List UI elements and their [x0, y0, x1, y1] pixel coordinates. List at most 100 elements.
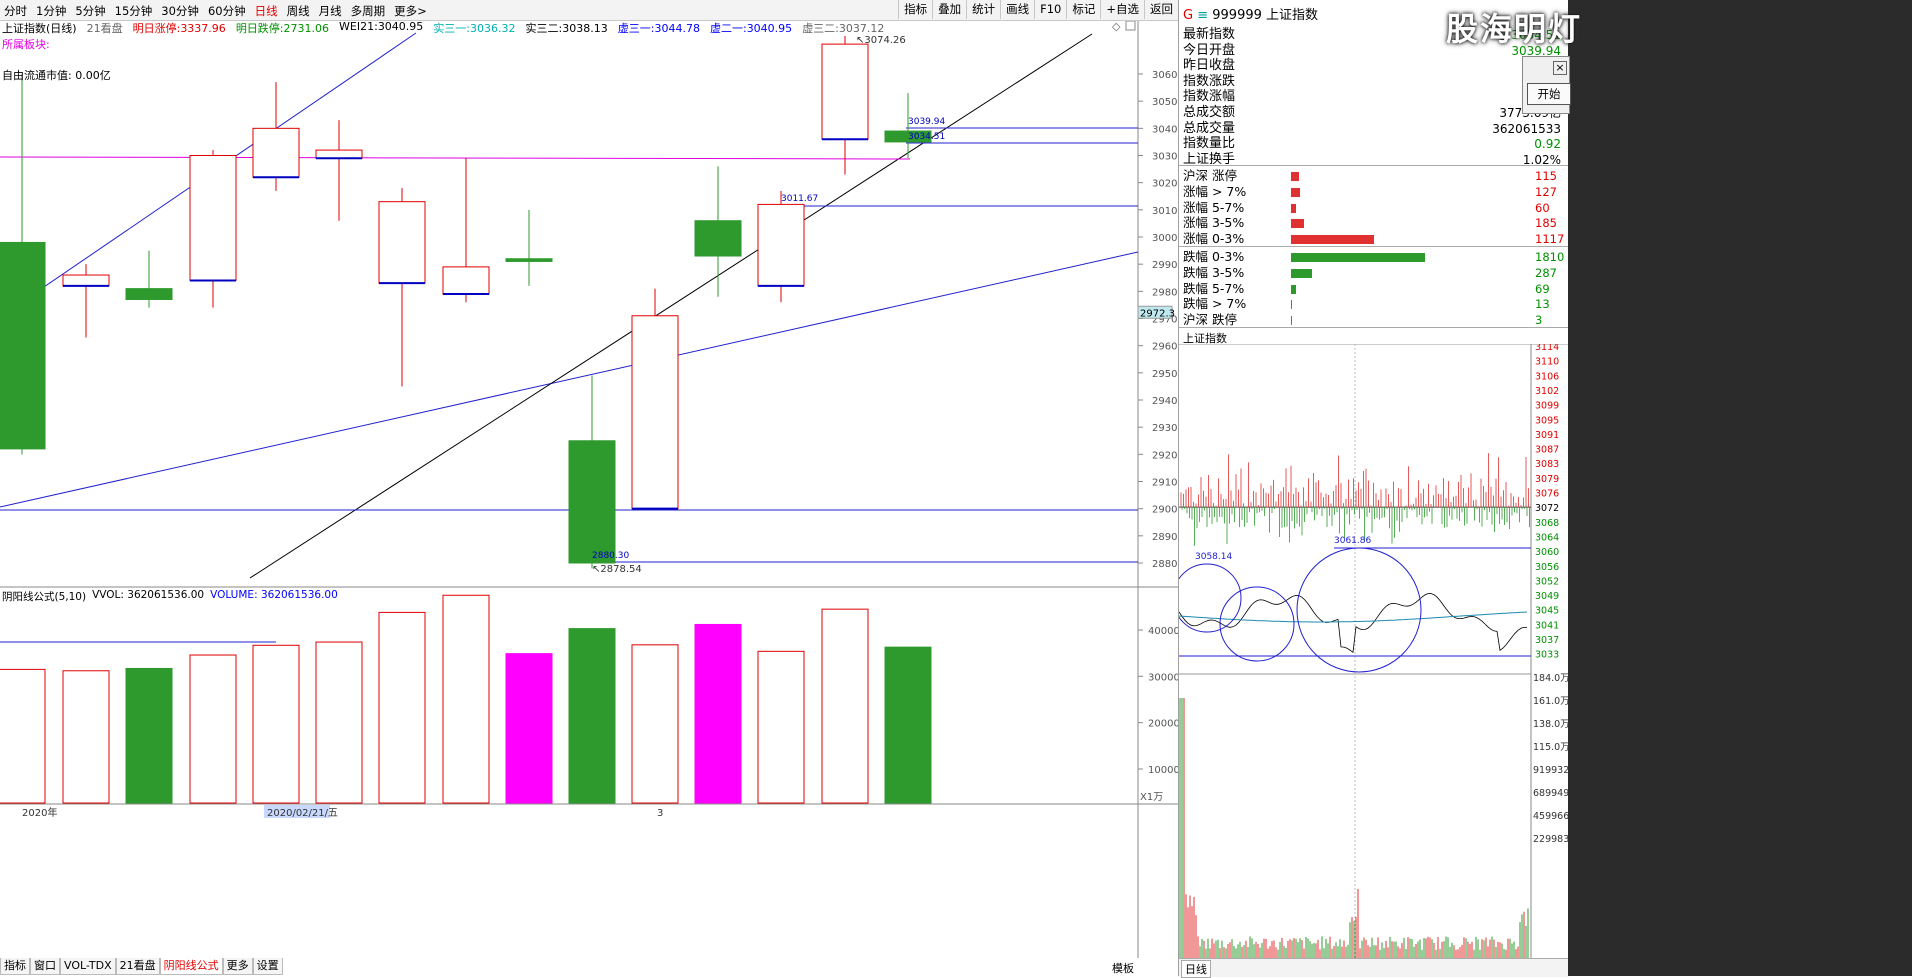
intraday-tick: 3079 — [1535, 474, 1559, 485]
kline-chart[interactable]: 3060305030403030302030103000299029802970… — [0, 0, 1178, 976]
intraday-tick: 3083 — [1535, 459, 1559, 470]
breadth-label: 跌幅 0-3% — [1183, 249, 1245, 264]
circle-mark-2 — [1219, 586, 1295, 662]
price-tick-label: 3010 — [1152, 206, 1177, 217]
close-icon[interactable]: × — [1553, 61, 1567, 75]
panel-divider — [1179, 327, 1569, 328]
quote-label: 总成交额 — [1183, 105, 1236, 120]
tool-button-7[interactable]: 返回 — [1144, 0, 1178, 19]
x21: 虚二一:3040.95 — [709, 22, 793, 35]
breadth-label: 涨幅 0-3% — [1183, 231, 1245, 247]
quote-label: 指数量比 — [1183, 136, 1236, 152]
vol-bar-3 — [189, 654, 237, 804]
candle-body-6 — [378, 201, 426, 284]
tool-button-0[interactable]: 指标 — [898, 0, 932, 19]
intraday-tick: 3076 — [1535, 489, 1559, 500]
bottom-tab-6[interactable]: 设置 — [252, 958, 283, 975]
tool-button-3[interactable]: 画线 — [1000, 0, 1034, 19]
start-button[interactable]: 开始 — [1527, 83, 1571, 105]
period-tab-1[interactable]: 1分钟 — [36, 3, 66, 19]
vvol: VVOL: 362061536.00 — [92, 589, 205, 601]
panel-divider — [1179, 246, 1569, 247]
x31: 虚三一:3044.78 — [617, 22, 700, 35]
limit-up: 明日涨停:3337.96 — [132, 22, 226, 35]
breadth-bar — [1291, 203, 1296, 213]
intraday-vol-tick: 161.0万 — [1533, 696, 1569, 707]
intraday-tick: 3106 — [1535, 371, 1559, 382]
date-label-0: 2020年 — [22, 806, 57, 819]
tool-buttons: 指标 叠加 统计 画线 F10 标记 +自选 返回 — [898, 0, 1178, 20]
candle-body-7 — [442, 266, 490, 295]
intraday-tick: 3049 — [1535, 591, 1559, 602]
period-tab-7[interactable]: 周线 — [287, 3, 310, 19]
hline-magenta — [0, 156, 911, 160]
template-tab[interactable]: 模板 — [1112, 960, 1134, 976]
price-tick-label: 3050 — [1152, 97, 1177, 108]
tool-button-6[interactable]: +自选 — [1100, 0, 1144, 19]
date-label-2: 3 — [657, 808, 663, 819]
breadth-label: 涨幅 5-7% — [1183, 199, 1245, 215]
vol-bar-8 — [505, 653, 553, 804]
period-tab-6[interactable]: 日线 — [255, 3, 278, 19]
period-tab-5[interactable]: 60分钟 — [208, 3, 246, 19]
intraday-tick: 3060 — [1535, 547, 1559, 558]
price-tick-label: 2900 — [1152, 505, 1177, 516]
menu-icon[interactable]: ≡ — [1197, 8, 1208, 23]
sector-label: 所属板块: — [2, 38, 50, 51]
quote-row: 总成交量 362061533 — [1183, 121, 1565, 137]
x32: 虚三二:3037.12 — [802, 22, 885, 35]
vol-bar-14 — [884, 646, 932, 804]
bottom-tab-0[interactable]: 指标 — [0, 958, 30, 975]
period-tab-10[interactable]: 更多> — [394, 3, 427, 19]
stock-name: 上证指数 — [1266, 8, 1319, 23]
formula-label: 阴阳线公式(5,10) — [2, 591, 87, 603]
wei21: WEI21:3040.95 — [339, 20, 424, 33]
bottom-tab-2[interactable]: VOL-TDX — [60, 958, 116, 975]
period-tab-4[interactable]: 30分钟 — [161, 3, 199, 19]
candle-body-12 — [757, 203, 805, 287]
price-tick-label: 3000 — [1152, 233, 1177, 244]
candle-body-8 — [505, 258, 553, 262]
footer-day-tab[interactable]: 日线 — [1181, 960, 1211, 978]
breadth-value: 287 — [1535, 265, 1557, 280]
period-tab-8[interactable]: 月线 — [319, 3, 342, 19]
panel-max-icon — [1125, 20, 1136, 31]
bottom-tab-5[interactable]: 更多 — [222, 958, 253, 975]
volume-value: VOLUME: 362061536.00 — [210, 589, 338, 601]
tool-button-4[interactable]: F10 — [1034, 0, 1066, 19]
period-tab-2[interactable]: 5分钟 — [75, 3, 105, 19]
code-prefix: G — [1183, 8, 1194, 23]
vol-bar-11 — [694, 623, 742, 804]
period-toolbar: 分时 1分钟 5分钟 15分钟 30分钟 60分钟 日线 周线 月线 多周期 更多> 指标 叠加 统计画… — [0, 0, 1178, 21]
date-label-1: 2020/02/21/五 — [267, 808, 338, 819]
bottom-tab-4[interactable]: 阴阳线公式 — [159, 958, 223, 975]
quote-row: 指数涨跌 — [1183, 74, 1565, 90]
bottom-tab-1[interactable]: 窗口 — [30, 958, 60, 975]
quote-value: 362061533 — [1492, 121, 1561, 136]
period-tab-0[interactable]: 分时 — [4, 3, 27, 19]
tool-button-1[interactable]: 叠加 — [932, 0, 966, 19]
bottom-tab-3[interactable]: 21看盘 — [115, 958, 160, 975]
label-3034: 3034.51 — [908, 132, 945, 142]
intraday-chart[interactable]: 3114 3110 3106 3102 3099 3095 3091 3087 3083 3079… — [1179, 344, 1569, 976]
period-tab-3[interactable]: 15分钟 — [115, 3, 153, 19]
vol-bar-10 — [631, 644, 679, 804]
breadth-row: 跌幅 3-5% 287 — [1183, 265, 1565, 281]
tool-button-5[interactable]: 标记 — [1066, 0, 1100, 19]
breadth-label: 沪深 涨停 — [1183, 168, 1237, 183]
s32: 实三二:3038.13 — [525, 22, 608, 35]
breadth-value: 69 — [1535, 281, 1550, 296]
intraday-tick: 3033 — [1535, 650, 1559, 661]
intraday-tick: 3095 — [1535, 415, 1559, 426]
breadth-row: 沪深 跌停 3 — [1183, 312, 1565, 328]
tool-button-2[interactable]: 统计 — [966, 0, 1000, 19]
period-tab-9[interactable]: 多周期 — [351, 3, 386, 19]
intraday-tick: 3102 — [1535, 386, 1559, 397]
vol-bar-4 — [252, 644, 300, 804]
vol-bar-12 — [757, 650, 805, 804]
quote-label: 总成交量 — [1183, 120, 1236, 136]
indicator-info-line: 上证指数(日线) 21看盘 明日涨停:3337.96 明日跌停:2731.06 … — [2, 20, 885, 35]
intraday-tick: 3056 — [1535, 562, 1559, 573]
label-2880: 2880.30 — [592, 551, 629, 561]
quote-label: 今日开盘 — [1183, 42, 1236, 58]
